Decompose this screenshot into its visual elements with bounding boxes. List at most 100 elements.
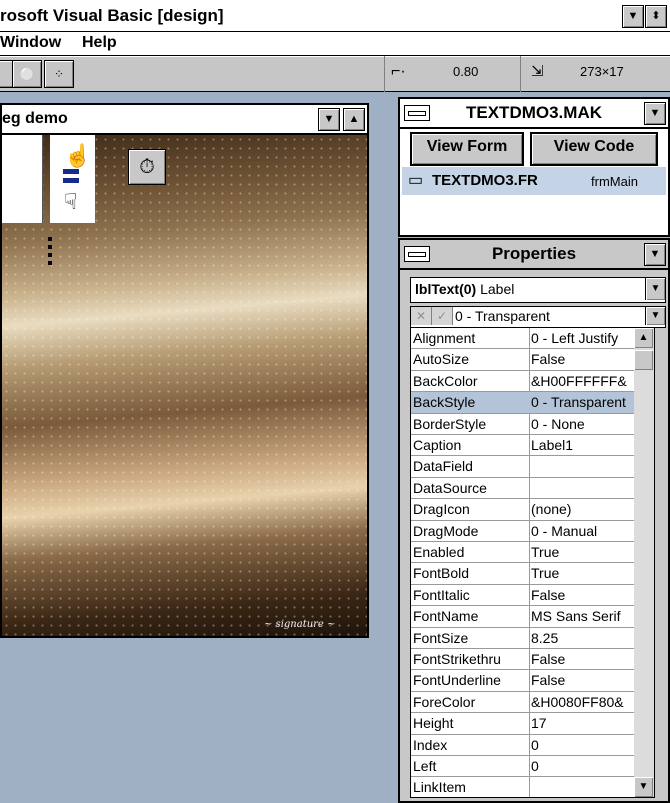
form-title-bar: eg demo ▼ ▲ bbox=[2, 105, 367, 135]
step-over-icon[interactable]: ⁘ bbox=[44, 60, 74, 88]
grip-band bbox=[63, 178, 79, 183]
property-row[interactable]: FontBold True bbox=[411, 563, 635, 585]
selection-handle[interactable] bbox=[48, 261, 52, 265]
accept-icon[interactable]: ✓ bbox=[432, 307, 453, 325]
project-file-row[interactable]: ▭ TEXTDMO3.FR frmMain bbox=[402, 167, 666, 195]
property-name: FontItalic bbox=[413, 586, 470, 603]
property-row[interactable]: FontItalic False bbox=[411, 585, 635, 607]
property-value[interactable]: Label1 bbox=[531, 437, 635, 453]
painting-signature: ~ signature ~ bbox=[264, 619, 336, 630]
scroll-down-arrow-icon[interactable]: ▼ bbox=[634, 777, 653, 797]
properties-minimize-button[interactable]: ▼ bbox=[644, 243, 666, 266]
label-control[interactable] bbox=[2, 135, 43, 223]
property-row[interactable]: Index 0 bbox=[411, 735, 635, 756]
pointing-hand-down-icon: ☟ bbox=[64, 189, 78, 214]
toolbar: ⚪ ⁘ ⌐· 0.80 ⇲ 273×17 bbox=[0, 56, 670, 92]
grip-band bbox=[63, 169, 79, 174]
property-value[interactable]: True bbox=[531, 544, 635, 560]
property-row[interactable]: FontUnderline False bbox=[411, 670, 635, 692]
dropdown-arrow-icon[interactable]: ▼ bbox=[645, 278, 665, 300]
properties-title-bar: Properties ▼ bbox=[400, 240, 668, 270]
property-name: FontUnderline bbox=[413, 672, 501, 689]
property-value[interactable]: 0 - Transparent bbox=[531, 394, 635, 410]
view-code-button[interactable]: View Code bbox=[530, 132, 658, 166]
property-row[interactable]: Height 17 bbox=[411, 713, 635, 735]
selection-handle[interactable] bbox=[48, 237, 52, 241]
property-edit-bar: ✕ ✓ 0 - Transparent ▼ bbox=[410, 306, 666, 328]
property-name: Enabled bbox=[413, 544, 465, 560]
view-form-button[interactable]: View Form bbox=[410, 132, 524, 166]
property-row[interactable]: FontName MS Sans Serif bbox=[411, 606, 635, 628]
property-value[interactable]: 8.25 bbox=[531, 630, 635, 646]
selection-handle[interactable] bbox=[48, 253, 52, 257]
cancel-icon[interactable]: ✕ bbox=[411, 307, 432, 325]
property-row[interactable]: DragIcon (none) bbox=[411, 499, 635, 521]
scroll-up-arrow-icon[interactable]: ▲ bbox=[634, 328, 653, 348]
property-name: Left bbox=[413, 758, 437, 774]
timer-icon[interactable]: ⏱ bbox=[128, 149, 166, 185]
property-name: BorderStyle bbox=[413, 415, 487, 432]
step-into-icon[interactable]: ⚪ bbox=[12, 60, 42, 88]
property-value[interactable]: False bbox=[531, 587, 635, 603]
property-name: DataSource bbox=[413, 479, 487, 496]
menu-help[interactable]: Help bbox=[82, 34, 117, 52]
property-row[interactable]: AutoSize False bbox=[411, 349, 635, 371]
property-value[interactable]: 0 - None bbox=[531, 416, 635, 432]
property-row[interactable]: ForeColor &H0080FF80& bbox=[411, 692, 635, 714]
property-value-input[interactable]: 0 - Transparent bbox=[455, 308, 550, 324]
property-value[interactable]: 0 bbox=[531, 758, 635, 774]
form-title: eg demo bbox=[2, 110, 68, 127]
property-row[interactable]: DataField bbox=[411, 456, 635, 478]
property-grid: Alignment 0 - Left Justify AutoSize False Ba… bbox=[410, 327, 636, 798]
property-value[interactable]: (none) bbox=[531, 501, 635, 517]
property-value[interactable]: 17 bbox=[531, 715, 635, 731]
property-value[interactable]: &H0080FF80& bbox=[531, 694, 635, 710]
property-row[interactable]: FontSize 8.25 bbox=[411, 628, 635, 649]
property-row[interactable]: BackColor &H00FFFFFF& bbox=[411, 371, 635, 393]
property-value[interactable]: 0 - Left Justify bbox=[531, 330, 635, 346]
property-value[interactable]: MS Sans Serif bbox=[531, 608, 635, 624]
property-name: BackColor bbox=[413, 372, 478, 389]
project-title: TEXTDMO3.MAK bbox=[466, 103, 602, 122]
position-icon: ⌐· bbox=[391, 63, 406, 80]
property-value[interactable]: False bbox=[531, 672, 635, 688]
property-row[interactable]: Caption Label1 bbox=[411, 435, 635, 457]
selection-handle[interactable] bbox=[48, 245, 52, 249]
property-value[interactable]: 0 bbox=[531, 737, 635, 753]
property-value[interactable]: True bbox=[531, 565, 635, 581]
value-dropdown-arrow-icon[interactable]: ▼ bbox=[645, 307, 665, 325]
property-name: BackStyle bbox=[413, 394, 476, 411]
property-value[interactable]: 0 - Manual bbox=[531, 523, 635, 539]
property-row[interactable]: Enabled True bbox=[411, 542, 635, 564]
form-canvas[interactable]: ☝ ☟ ⏱ ~ signature ~ bbox=[2, 135, 367, 636]
project-minimize-button[interactable]: ▼ bbox=[644, 102, 666, 125]
form-minimize-button[interactable]: ▼ bbox=[318, 108, 340, 131]
property-row[interactable]: LinkItem bbox=[411, 777, 635, 797]
property-value[interactable]: False bbox=[531, 651, 635, 667]
property-name: LinkItem bbox=[413, 779, 466, 796]
property-scrollbar[interactable]: ▲ ▼ bbox=[634, 327, 655, 798]
menu-bar: Window Help bbox=[0, 32, 670, 56]
property-row[interactable]: Left 0 bbox=[411, 756, 635, 778]
property-row[interactable]: DataSource bbox=[411, 478, 635, 500]
property-name: FontBold bbox=[413, 565, 470, 582]
property-name: FontStrikethru bbox=[413, 651, 501, 667]
toolbar-divider bbox=[520, 56, 521, 92]
property-value[interactable]: &H00FFFFFF& bbox=[531, 373, 635, 389]
scroll-control-image[interactable]: ☝ ☟ bbox=[50, 135, 95, 223]
object-selector[interactable]: lblText(0) Label ▼ bbox=[410, 277, 666, 303]
scroll-thumb[interactable] bbox=[634, 350, 653, 370]
minimize-button[interactable]: ▼ bbox=[622, 5, 644, 28]
size-readout: 273×17 bbox=[580, 64, 624, 79]
property-value[interactable]: False bbox=[531, 351, 635, 367]
property-row[interactable]: Alignment 0 - Left Justify bbox=[411, 328, 635, 350]
property-row[interactable]: DragMode 0 - Manual bbox=[411, 521, 635, 542]
property-row[interactable]: BackStyle 0 - Transparent bbox=[411, 392, 635, 414]
property-row[interactable]: FontStrikethru False bbox=[411, 649, 635, 671]
property-row[interactable]: BorderStyle 0 - None bbox=[411, 414, 635, 435]
restore-button[interactable]: ⬍ bbox=[645, 5, 667, 28]
project-window: TEXTDMO3.MAK ▼ View Form View Code ▭ TEX… bbox=[398, 97, 670, 237]
project-form-name: frmMain bbox=[591, 174, 638, 189]
menu-window[interactable]: Window bbox=[0, 34, 61, 52]
form-maximize-button[interactable]: ▲ bbox=[343, 108, 365, 131]
